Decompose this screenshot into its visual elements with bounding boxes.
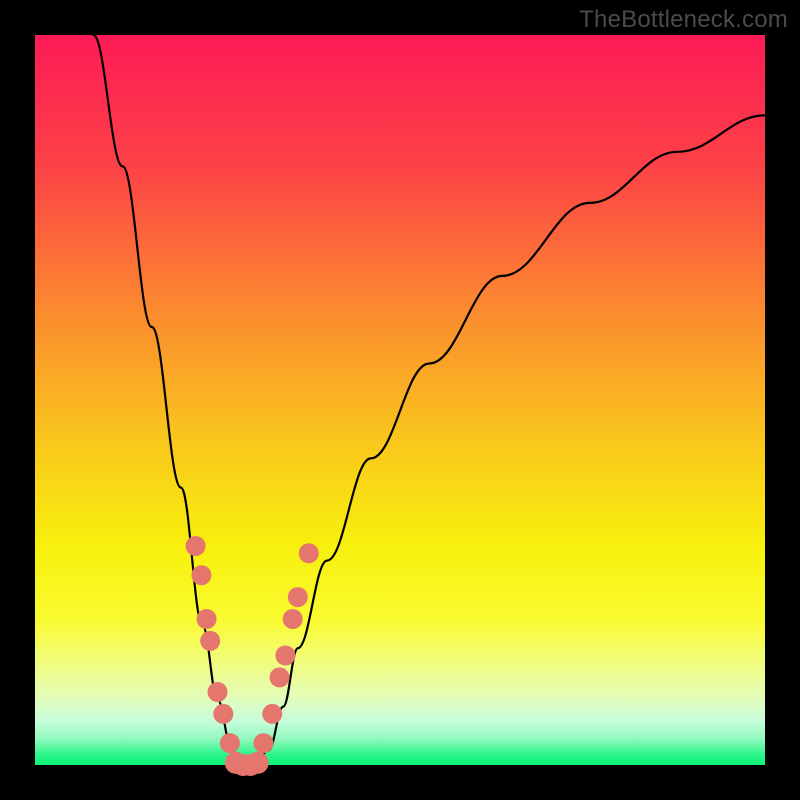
highlight-dot: [262, 704, 282, 724]
highlight-dot: [299, 543, 319, 563]
chart-svg: [0, 0, 800, 800]
highlight-dot: [208, 682, 228, 702]
highlight-dot: [288, 587, 308, 607]
highlight-dot-bottom: [247, 752, 269, 774]
highlight-dot: [270, 667, 290, 687]
highlight-dot: [283, 609, 303, 629]
bottleneck-chart: TheBottleneck.com: [0, 0, 800, 800]
highlight-dot: [200, 631, 220, 651]
highlight-dot: [253, 733, 273, 753]
highlight-dot: [186, 536, 206, 556]
highlight-dot: [213, 704, 233, 724]
highlight-dot: [275, 646, 295, 666]
highlight-dot: [220, 733, 240, 753]
highlight-dot: [197, 609, 217, 629]
highlight-dot: [191, 565, 211, 585]
watermark-label: TheBottleneck.com: [579, 6, 788, 34]
plot-background: [35, 35, 765, 765]
